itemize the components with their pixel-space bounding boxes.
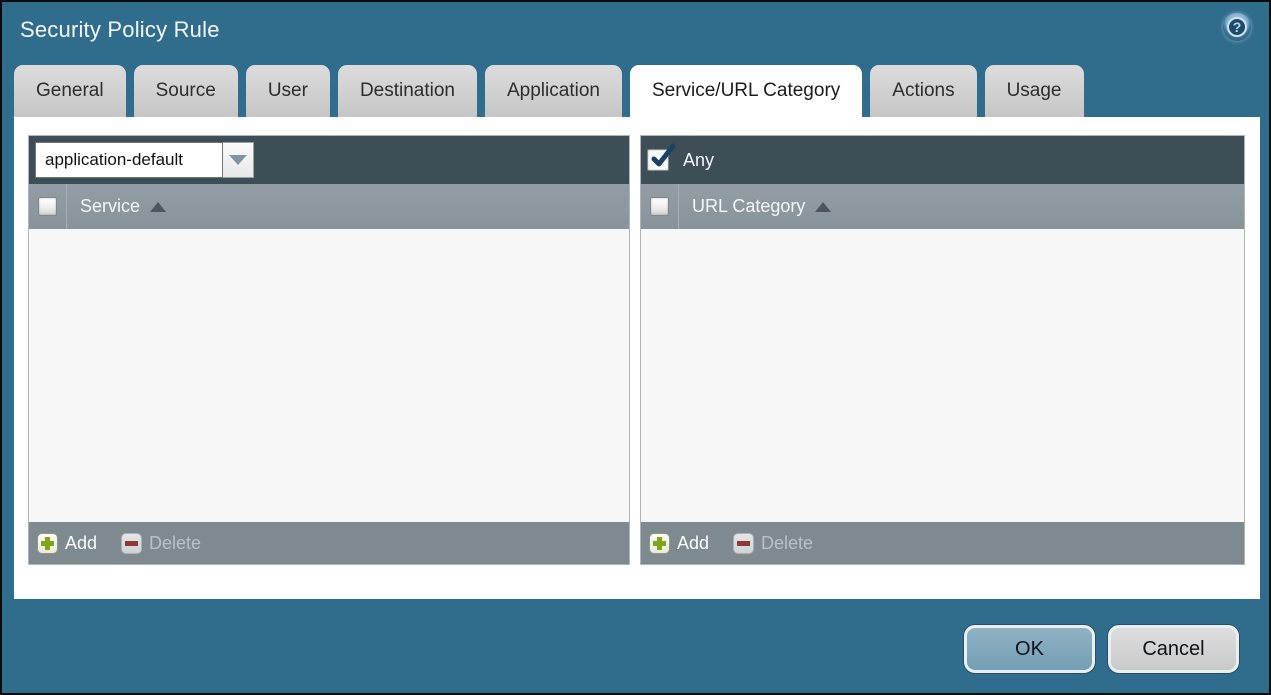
sort-ascending-icon [815,201,832,212]
url-category-add-button[interactable]: Add [677,533,709,554]
service-footer: Add Delete [29,522,629,564]
tab-bar: General Source User Destination Applicat… [14,65,1084,117]
service-toolbar: application-default [29,136,629,184]
url-category-delete-button: Delete [761,532,814,553]
chevron-down-icon [229,155,247,165]
any-checkbox-label[interactable]: Any [683,150,714,171]
tab-actions[interactable]: Actions [870,65,977,117]
tab-usage[interactable]: Usage [984,65,1084,117]
add-icon[interactable] [37,532,58,554]
tab-general[interactable]: General [14,65,126,117]
delete-icon [733,532,755,554]
url-category-footer: Add Delete [641,522,1244,564]
url-category-column-header[interactable]: URL Category [641,184,1244,229]
url-category-list[interactable] [641,229,1244,522]
tab-service-url-category[interactable]: Service/URL Category [629,65,863,117]
dialog-title: Security Policy Rule [20,17,220,42]
add-icon[interactable] [649,532,670,554]
cancel-button[interactable]: Cancel [1108,625,1239,673]
service-column-header[interactable]: Service [29,184,629,229]
service-delete-button: Delete [149,532,202,553]
tab-destination[interactable]: Destination [337,65,477,117]
service-type-dropdown-value: application-default [35,142,223,178]
help-icon: ? [1227,17,1247,37]
url-category-select-all-checkbox[interactable] [650,197,669,216]
sort-ascending-icon [150,201,167,212]
help-button[interactable]: ? [1223,13,1251,41]
service-panel: application-default Service Add Delete [28,135,630,565]
tab-user[interactable]: User [245,65,330,117]
delete-icon [121,532,143,554]
service-type-dropdown[interactable]: application-default [35,142,254,178]
url-category-column-label: URL Category [692,196,806,216]
url-category-toolbar: Any [641,136,1244,184]
tab-source[interactable]: Source [133,65,238,117]
ok-button[interactable]: OK [964,625,1095,673]
service-type-dropdown-button[interactable] [223,142,254,178]
url-category-panel: Any URL Category Add Delete [640,135,1245,565]
tab-content: application-default Service Add Delete A… [14,117,1260,599]
security-policy-rule-dialog: Security Policy Rule ? General Source Us… [0,0,1271,695]
service-column-label: Service [80,196,141,216]
tab-application[interactable]: Application [485,65,622,117]
service-add-button[interactable]: Add [65,533,97,554]
any-checkbox[interactable] [647,143,676,171]
service-list[interactable] [29,229,629,522]
service-select-all-checkbox[interactable] [38,197,57,216]
